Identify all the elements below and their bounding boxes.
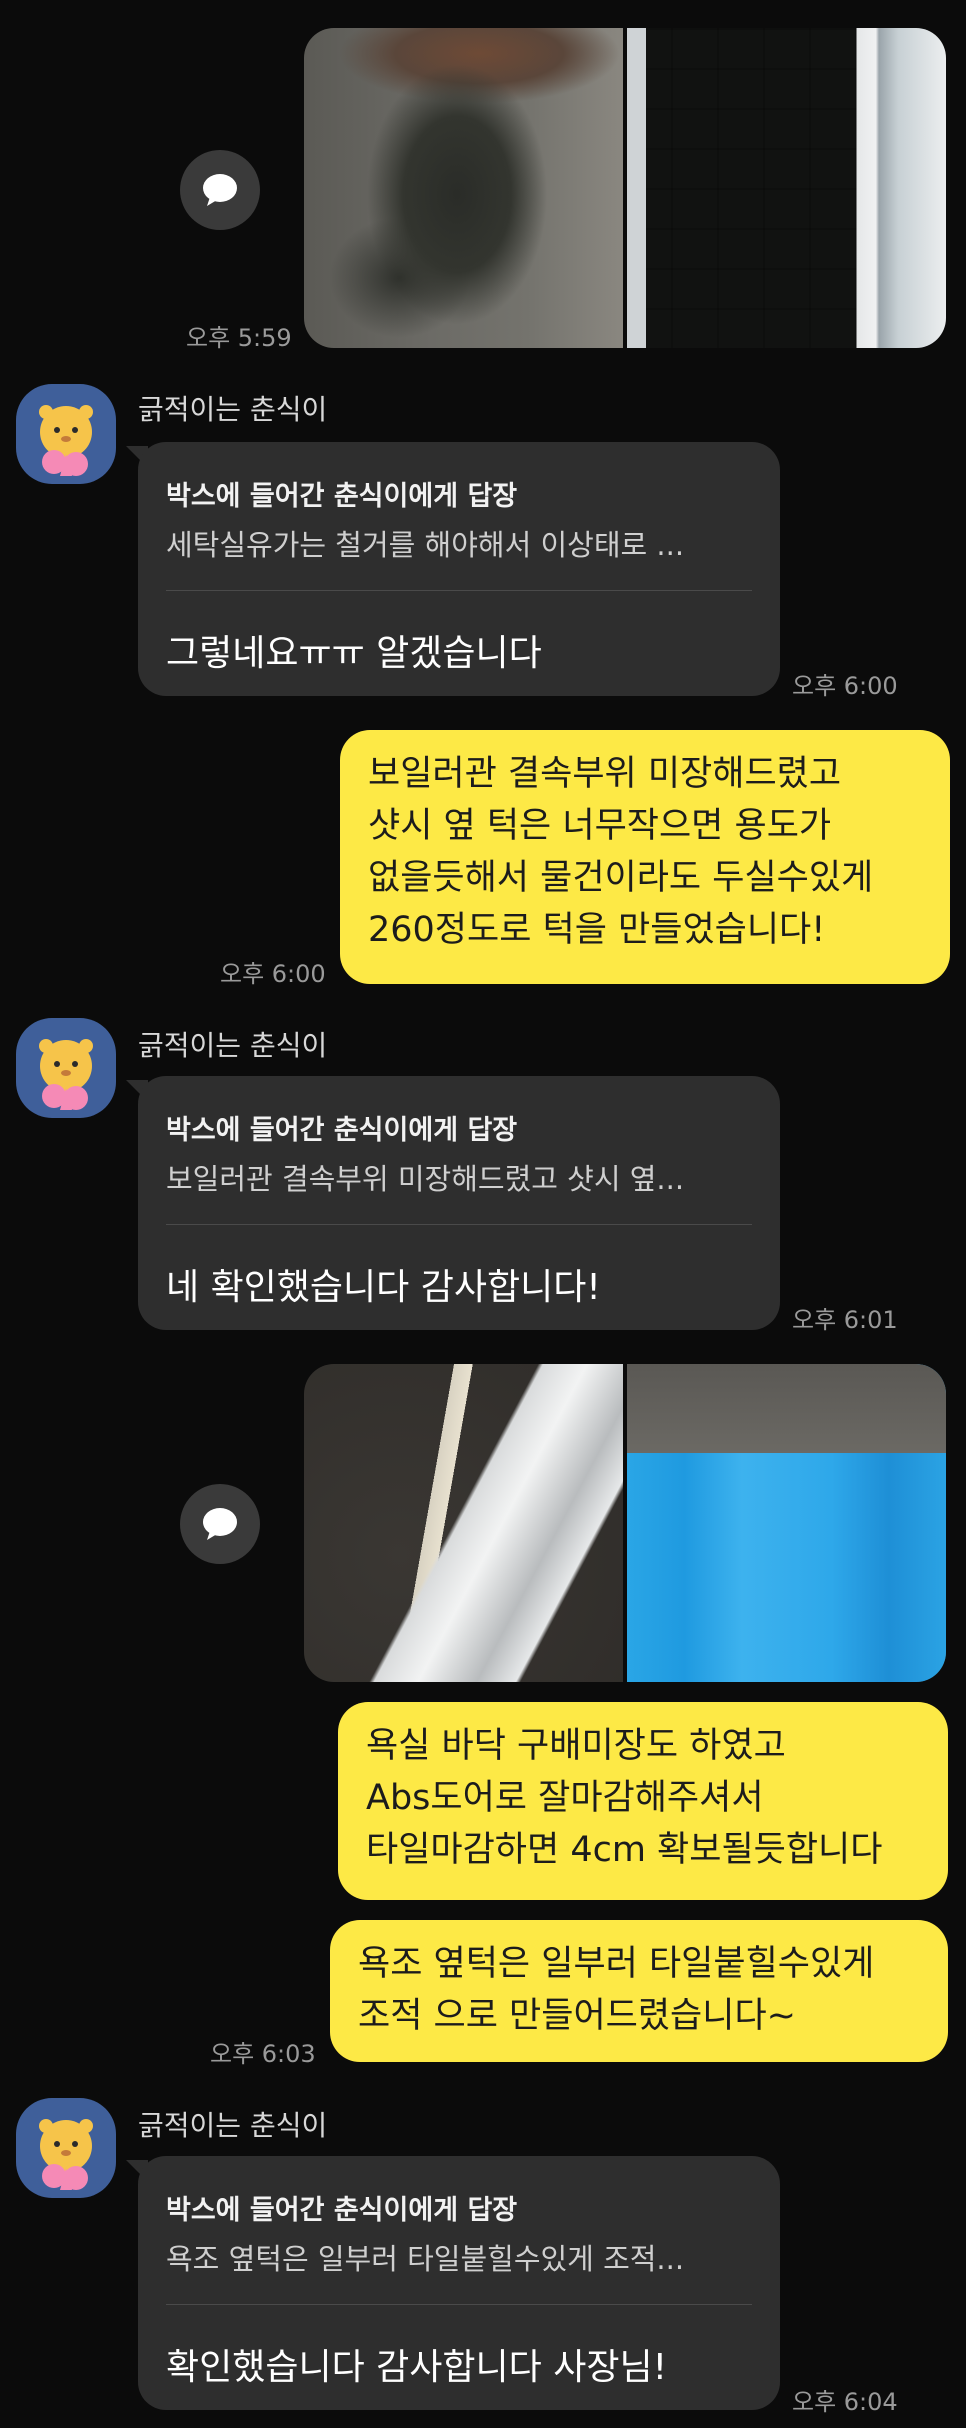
message-time: 오후 6:04 (792, 2388, 898, 2416)
sender-name: 긁적이는 춘식이 (138, 1029, 328, 1062)
avatar[interactable] (16, 2098, 116, 2198)
chunsik-character-icon (39, 1039, 93, 1110)
quoted-message[interactable]: 욕조 옆턱은 일부러 타일붙힐수있게 조적... (166, 2236, 684, 2278)
message-line: 타일마감하면 4cm 확보될듯합니다 (366, 1830, 883, 1870)
balcony-tile-floor-photo[interactable] (627, 28, 946, 348)
message-line: 욕조 옆턱은 일부러 타일붙힐수있게 (358, 1944, 875, 1984)
message-line: 보일러관 결속부위 미장해드렸고 (368, 754, 842, 794)
message-time: 오후 6:00 (792, 672, 898, 700)
message-time: 오후 6:01 (792, 1306, 898, 1334)
message-line: 없을듯해서 물건이라도 두실수있게 (368, 858, 874, 898)
message-line: Abs도어로 잘마감해주셔서 (366, 1778, 764, 1818)
message-line: 조적 으로 만들어드렸습니다~ (358, 1996, 796, 2036)
photo-album[interactable] (304, 28, 946, 348)
message-text: 확인했습니다 감사합니다 사장님! (166, 2347, 667, 2388)
message-text: 네 확인했습니다 감사합니다! (166, 1267, 601, 1308)
sender-name: 긁적이는 춘식이 (138, 2109, 328, 2142)
message-time: 오후 5:59 (186, 324, 292, 352)
quoted-message[interactable]: 보일러관 결속부위 미장해드렸고 샷시 옆... (166, 1156, 684, 1198)
message-time: 오후 6:00 (220, 960, 326, 988)
reply-bubble[interactable]: 박스에 들어간 춘식이에게 답장 세탁실유가는 철거를 해야해서 이상태로 ..… (138, 442, 780, 696)
chunsik-character-icon (39, 2119, 93, 2190)
divider (166, 2304, 752, 2305)
reply-bubble[interactable]: 박스에 들어간 춘식이에게 답장 보일러관 결속부위 미장해드렸고 샷시 옆..… (138, 1076, 780, 1330)
reply-title: 박스에 들어간 춘식이에게 답장 (166, 481, 518, 512)
reply-bubble[interactable]: 박스에 들어간 춘식이에게 답장 욕조 옆턱은 일부러 타일붙힐수있게 조적..… (138, 2156, 780, 2410)
sender-name: 긁적이는 춘식이 (138, 393, 328, 426)
message-time: 오후 6:03 (210, 2040, 316, 2068)
photo-album[interactable] (304, 1364, 946, 1682)
message-line: 260정도로 턱을 만들었습니다! (368, 910, 826, 950)
share-button[interactable] (180, 1484, 260, 1564)
avatar[interactable] (16, 384, 116, 484)
share-button[interactable] (180, 150, 260, 230)
message-line: 샷시 옆 턱은 너무작으면 용도가 (368, 806, 832, 846)
water-damaged-floor-photo[interactable] (304, 28, 623, 348)
reply-title: 박스에 들어간 춘식이에게 답장 (166, 1115, 518, 1146)
chat-bubble-icon (203, 1508, 237, 1540)
measuring-tape-threshold-photo[interactable] (304, 1364, 623, 1682)
message-line: 욕실 바닥 구배미장도 하였고 (366, 1726, 786, 1766)
my-message-bubble[interactable]: 욕실 바닥 구배미장도 하였고 Abs도어로 잘마감해주셔서 타일마감하면 4c… (338, 1702, 948, 1900)
divider (166, 590, 752, 591)
blue-waterproofed-bathroom-photo[interactable] (627, 1364, 946, 1682)
avatar[interactable] (16, 1018, 116, 1118)
divider (166, 1224, 752, 1225)
message-text: 그렇네요ㅠㅠ 알겠습니다 (166, 633, 542, 674)
quoted-message[interactable]: 세탁실유가는 철거를 해야해서 이상태로 ... (166, 522, 684, 564)
my-message-bubble[interactable]: 보일러관 결속부위 미장해드렸고 샷시 옆 턱은 너무작으면 용도가 없을듯해서… (340, 730, 950, 984)
reply-title: 박스에 들어간 춘식이에게 답장 (166, 2195, 518, 2226)
chat-bubble-icon (203, 174, 237, 206)
chunsik-character-icon (39, 405, 93, 476)
my-message-bubble[interactable]: 욕조 옆턱은 일부러 타일붙힐수있게 조적 으로 만들어드렸습니다~ (330, 1920, 948, 2062)
